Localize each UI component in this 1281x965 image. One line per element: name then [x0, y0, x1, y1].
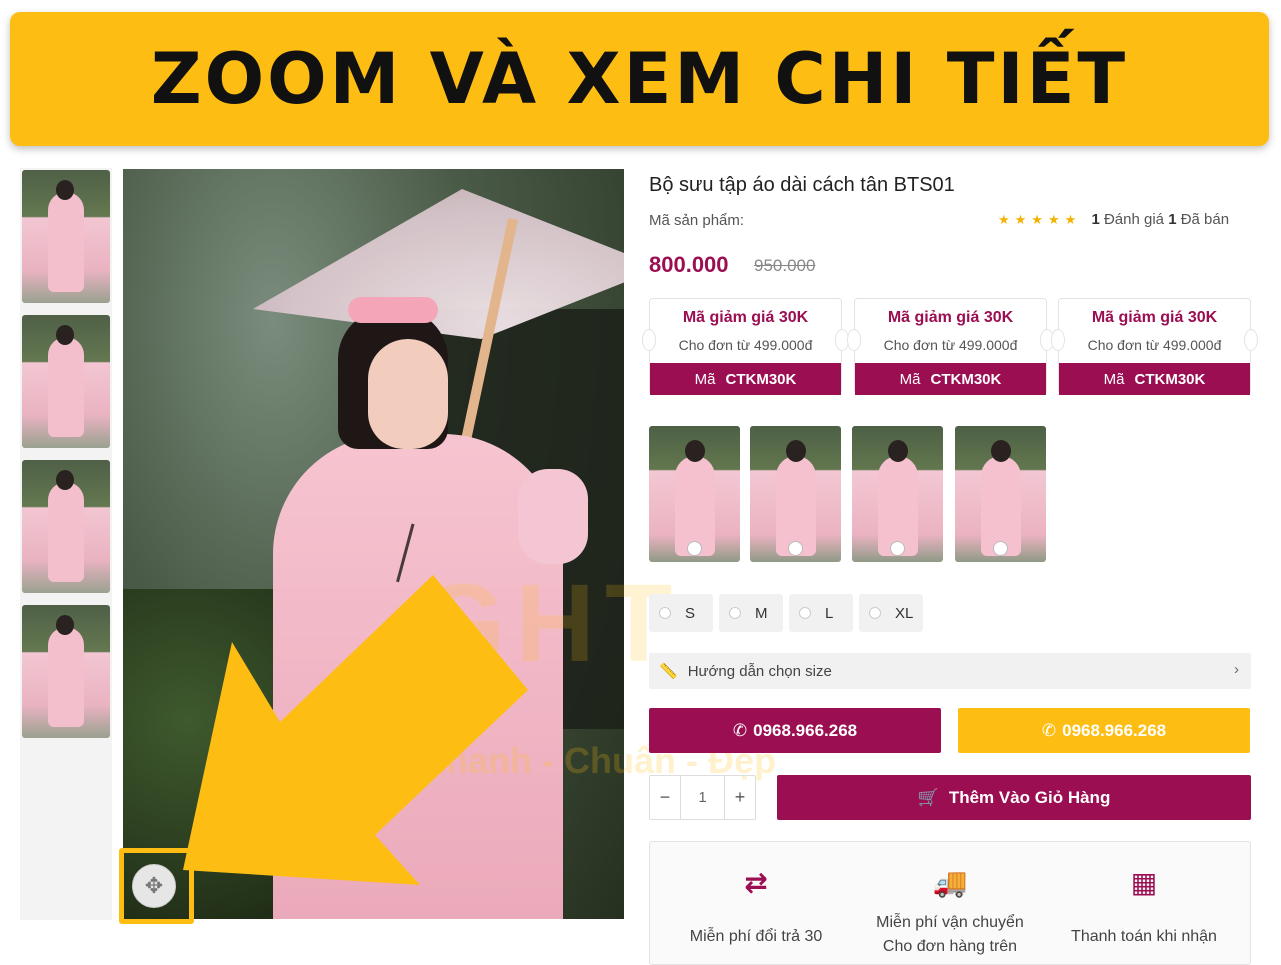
call-button-primary[interactable]: ✆ 0968.966.268 — [649, 708, 941, 753]
sold-count: 1 — [1168, 211, 1177, 228]
phone-icon: ✆ — [732, 720, 748, 740]
decrease-button[interactable]: − — [650, 787, 680, 808]
review-label[interactable]: Đánh giá — [1104, 211, 1164, 228]
phone-icon: ✆ — [1041, 720, 1057, 740]
product-title: Bộ sưu tập áo dài cách tân BTS01 — [649, 174, 955, 196]
coupon-desc: Cho đơn từ 499.000đ — [1087, 337, 1222, 353]
promo-banner: ZOOM VÀ XEM CHI TIẾT — [10, 12, 1269, 146]
coupon-card: Mã giảm giá 30K Cho đơn từ 499.000đ Mã C… — [1051, 298, 1258, 395]
coupon-code: CTKM30K — [930, 370, 1002, 388]
coupon-code-label: Mã — [899, 370, 921, 388]
sku-label: Mã sản phẩm: — [649, 212, 745, 229]
thumbnail-2[interactable] — [22, 315, 110, 448]
size-label: L — [825, 604, 834, 622]
coupon-title: Mã giảm giá 30K — [887, 309, 1014, 326]
coupon-title: Mã giảm giá 30K — [682, 309, 809, 326]
thumbnail-3[interactable] — [22, 460, 110, 593]
size-option-l[interactable]: L — [789, 594, 853, 632]
copy-coupon-button[interactable]: Mã CTKM30K — [650, 363, 841, 395]
coupon-code-label: Mã — [694, 370, 716, 388]
move-arrows-icon: ✥ — [144, 873, 164, 898]
size-option-m[interactable]: M — [719, 594, 783, 632]
variant-radio[interactable] — [687, 541, 702, 556]
variant-option-2[interactable] — [750, 426, 841, 562]
feature-subtext: Cho đơn hàng trên — [882, 938, 1018, 955]
copy-coupon-button[interactable]: Mã CTKM30K — [1059, 363, 1250, 395]
size-option-xl[interactable]: XL — [859, 594, 923, 632]
ruler-icon: 📏 — [659, 663, 678, 680]
coupon-title: Mã giảm giá 30K — [1091, 309, 1218, 326]
banner-title: ZOOM VÀ XEM CHI TIẾT — [150, 38, 1129, 120]
current-price: 800.000 — [649, 252, 729, 277]
variant-option-4[interactable] — [955, 426, 1046, 562]
size-option-s[interactable]: S — [649, 594, 713, 632]
truck-icon: 🚚 — [932, 867, 968, 898]
increase-button[interactable]: + — [725, 787, 755, 808]
zoom-button[interactable]: ✥ — [132, 864, 176, 908]
size-label: M — [755, 604, 768, 622]
qr-icon: ▦ — [1130, 867, 1158, 898]
feature-cod: ▦ Thanh toán khi nhận — [1044, 842, 1244, 965]
thumbnail-1[interactable] — [22, 170, 110, 303]
thumbnail-list — [20, 168, 112, 920]
coupon-desc: Cho đơn từ 499.000đ — [678, 337, 813, 353]
watermark-brand: GHT — [420, 562, 683, 685]
size-guide-label: Hướng dẫn chọn size — [687, 662, 832, 680]
variant-option-3[interactable] — [852, 426, 943, 562]
copy-coupon-button[interactable]: Mã CTKM30K — [855, 363, 1046, 395]
sold-label: Đã bán — [1180, 211, 1230, 228]
quantity-stepper: − 1 + — [649, 775, 756, 820]
thumbnail-4[interactable] — [22, 605, 110, 738]
variant-radio[interactable] — [993, 541, 1008, 556]
coupon-card: Mã giảm giá 30K Cho đơn từ 499.000đ Mã C… — [847, 298, 1054, 395]
size-radio[interactable] — [869, 607, 881, 619]
add-to-cart-button[interactable]: 🛒 Thêm Vào Giỏ Hàng — [777, 775, 1251, 820]
coupon-code: CTKM30K — [725, 370, 797, 388]
variant-radio[interactable] — [788, 541, 803, 556]
feature-text: Thanh toán khi nhận — [1071, 928, 1217, 945]
feature-returns: ⇄ Miễn phí đổi trả 30 — [656, 842, 856, 965]
feature-text: Miễn phí vận chuyển — [876, 914, 1024, 931]
features-panel: ⇄ Miễn phí đổi trả 30 🚚 Miễn phí vận chu… — [649, 841, 1251, 965]
rating-summary: ★★★★★ 1 Đánh giá 1 Đã bán — [998, 211, 1229, 228]
exchange-icon: ⇄ — [744, 867, 768, 898]
review-count: 1 — [1091, 211, 1100, 228]
size-radio[interactable] — [729, 607, 741, 619]
chevron-right-icon: › — [1234, 661, 1239, 678]
size-label: S — [685, 604, 696, 622]
quantity-input[interactable]: 1 — [680, 776, 725, 819]
feature-shipping: 🚚 Miễn phí vận chuyển Cho đơn hàng trên — [850, 842, 1050, 965]
old-price: 950.000 — [754, 256, 816, 275]
size-label: XL — [895, 604, 914, 622]
coupon-desc: Cho đơn từ 499.000đ — [883, 337, 1018, 353]
variant-radio[interactable] — [890, 541, 905, 556]
coupon-code-label: Mã — [1103, 370, 1125, 388]
call-button-secondary[interactable]: ✆ 0968.966.268 — [958, 708, 1250, 753]
coupon-card: Mã giảm giá 30K Cho đơn từ 499.000đ Mã C… — [642, 298, 849, 395]
cart-icon: 🛒 — [917, 787, 939, 807]
variant-option-1[interactable] — [649, 426, 740, 562]
phone-number: 0968.966.268 — [1062, 720, 1167, 740]
size-radio[interactable] — [659, 607, 671, 619]
main-product-image[interactable] — [123, 169, 624, 919]
add-to-cart-label: Thêm Vào Giỏ Hàng — [948, 787, 1111, 807]
size-radio[interactable] — [799, 607, 811, 619]
feature-text: Miễn phí đổi trả 30 — [689, 928, 823, 945]
size-guide-link[interactable]: 📏 Hướng dẫn chọn size › — [649, 653, 1251, 689]
phone-number: 0968.966.268 — [753, 720, 858, 740]
star-rating-icon: ★★★★★ — [998, 212, 1082, 227]
coupon-code: CTKM30K — [1134, 370, 1206, 388]
